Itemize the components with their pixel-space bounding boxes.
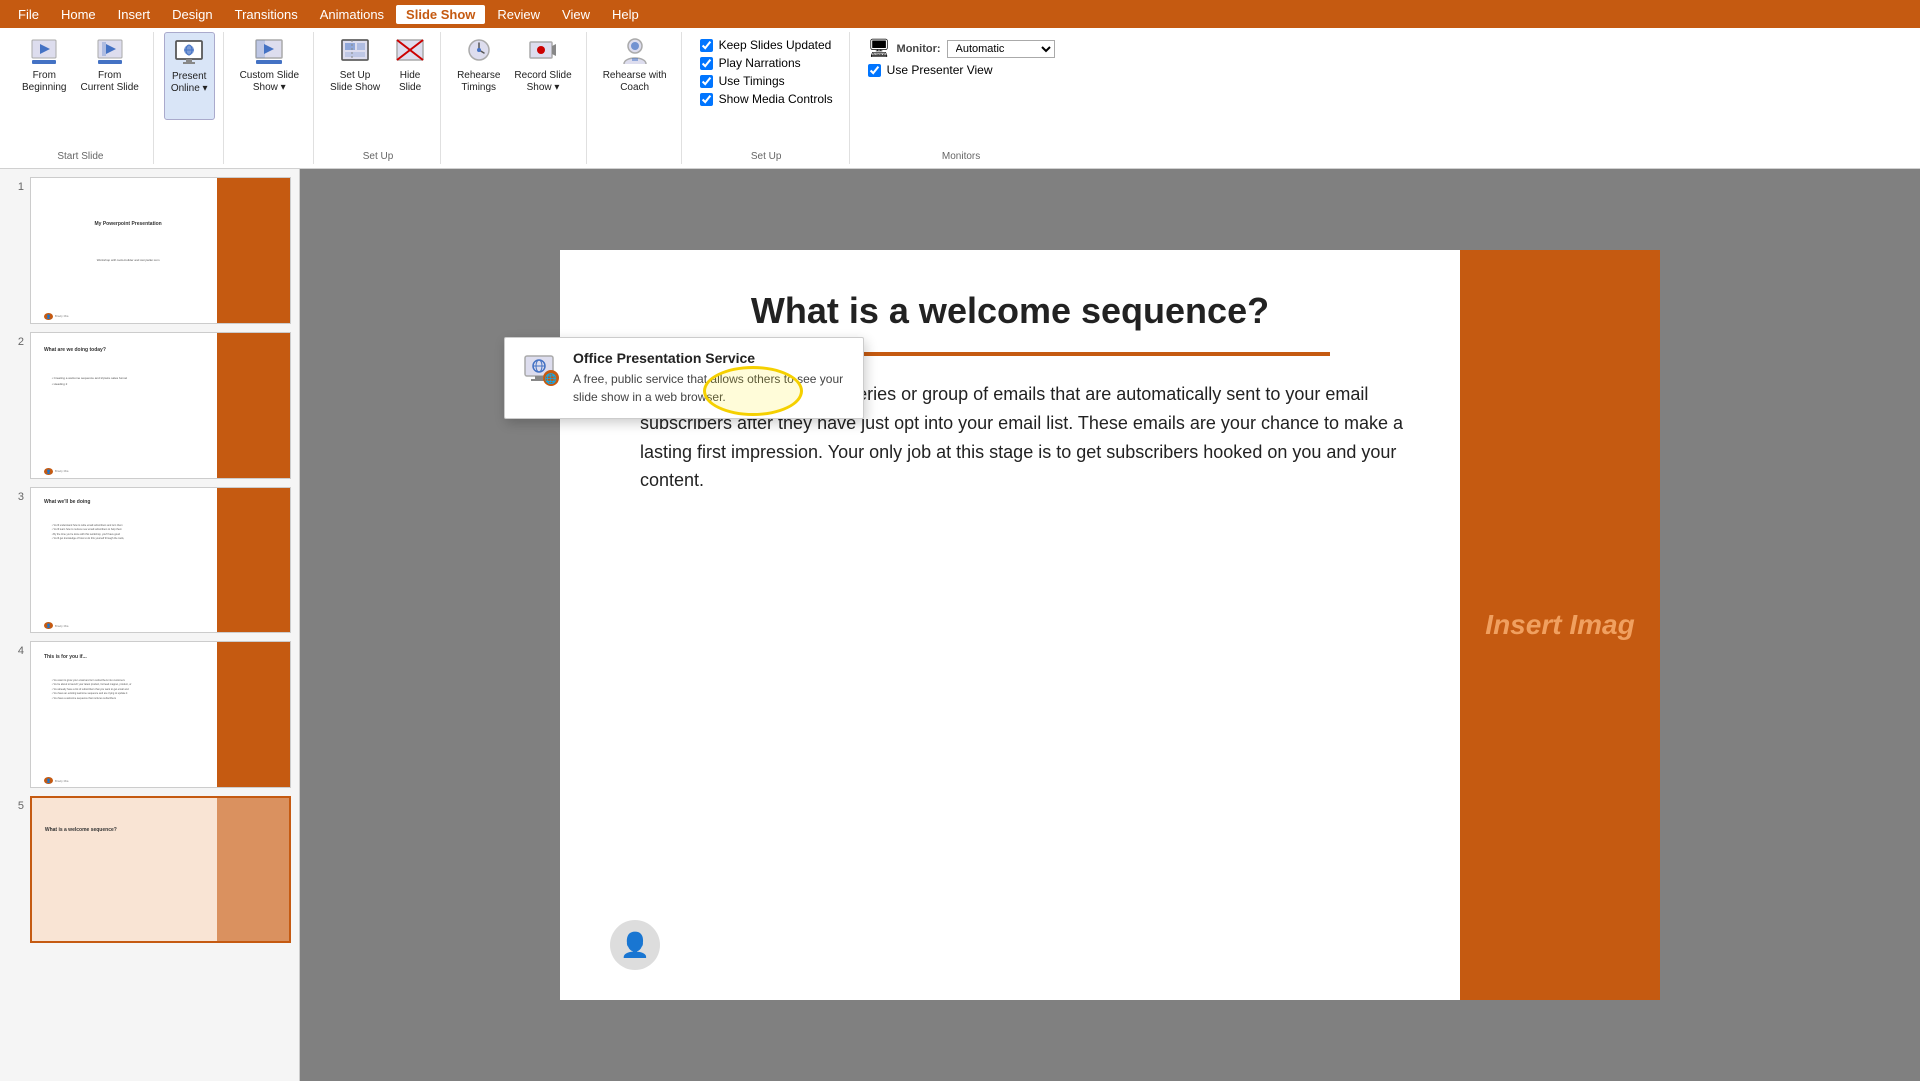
record-slide-show-button[interactable]: Record SlideShow ▾ xyxy=(508,32,577,120)
slide-num-5: 5 xyxy=(8,796,24,812)
use-presenter-view-input[interactable] xyxy=(868,64,881,77)
play-narrations-check[interactable]: Play Narrations xyxy=(700,56,833,70)
use-presenter-view-label: Use Presenter View xyxy=(887,63,993,77)
monitor-icon: 🖥 xyxy=(868,38,891,59)
ribbon-group-rehearse: RehearseTimings Record SlideShow ▾ xyxy=(443,32,587,164)
play-narrations-label: Play Narrations xyxy=(719,56,801,70)
slide-num-1: 1 xyxy=(8,177,24,193)
slide-panel: 1 My Powerpoint Presentation Workshop wi… xyxy=(0,169,1920,1081)
keep-slides-updated-check[interactable]: Keep Slides Updated xyxy=(700,38,833,52)
menu-design[interactable]: Design xyxy=(162,5,222,24)
menu-animations[interactable]: Animations xyxy=(310,5,394,24)
office-presentation-icon: 🌐 xyxy=(521,350,561,390)
custom-show-icon xyxy=(253,36,285,68)
ribbon-group-start-slide: FromBeginning FromCurrent Slide Set Up xyxy=(8,32,154,164)
slide-thumb-row-1: 1 My Powerpoint Presentation Workshop wi… xyxy=(8,177,291,324)
monitors-group-label: Monitors xyxy=(860,147,1063,164)
start-slide-group-label2: Start Slide xyxy=(16,147,145,164)
dropdown-text-area: Office Presentation Service A free, publ… xyxy=(573,350,847,406)
menu-home[interactable]: Home xyxy=(51,5,106,24)
rehearse-timings-label: RehearseTimings xyxy=(457,70,500,94)
monitor-select[interactable]: Automatic Primary Monitor xyxy=(947,40,1055,58)
ribbon-group-monitor: 🖥 Monitor: Automatic Primary Monitor Use… xyxy=(852,32,1071,164)
setup-group-label: Set Up xyxy=(324,147,432,164)
svg-text:🌐: 🌐 xyxy=(545,372,557,385)
setup-slideshow-button[interactable]: Set UpSlide Show xyxy=(324,32,386,120)
setup-icon xyxy=(339,36,371,68)
slide-num-4: 4 xyxy=(8,641,24,657)
ribbon-group-custom-show: Custom SlideShow ▾ xyxy=(226,32,314,164)
insert-image-label: Insert Imag xyxy=(1465,589,1654,661)
custom-slide-show-label: Custom SlideShow ▾ xyxy=(240,70,299,94)
main-canvas: What is a welcome sequence? A welcome se… xyxy=(300,169,1920,1081)
from-current-slide-button[interactable]: FromCurrent Slide xyxy=(74,32,144,120)
slide-thumb-row-4: 4 This is for you if... • You want to gr… xyxy=(8,641,291,788)
slide-num-2: 2 xyxy=(8,332,24,348)
menu-slideshow[interactable]: Slide Show xyxy=(396,5,485,24)
slide-right-panel: Insert Imag xyxy=(1460,250,1660,1000)
hide-slide-button[interactable]: HideSlide xyxy=(388,32,432,120)
ribbon-group-setup: Set UpSlide Show HideSlide Set Up xyxy=(316,32,441,164)
present-online-icon xyxy=(173,37,205,69)
from-current-slide-label: FromCurrent Slide xyxy=(80,70,138,94)
ribbon-group-present-online: PresentOnline ▾ xyxy=(156,32,224,164)
present-online-dropdown: 🌐 Office Presentation Service A free, pu… xyxy=(504,337,864,419)
rehearse-coach-label: Rehearse withCoach xyxy=(603,70,667,94)
menu-insert[interactable]: Insert xyxy=(108,5,161,24)
slide-thumb-3[interactable]: What we'll be doing • You'll understand … xyxy=(30,487,291,634)
show-media-controls-label: Show Media Controls xyxy=(719,92,833,106)
rehearse-coach-button[interactable]: Rehearse withCoach xyxy=(597,32,673,120)
show-media-controls-check[interactable]: Show Media Controls xyxy=(700,92,833,106)
play-narrations-input[interactable] xyxy=(700,57,713,70)
keep-slides-updated-label: Keep Slides Updated xyxy=(719,38,832,52)
use-timings-check[interactable]: Use Timings xyxy=(700,74,833,88)
menu-bar: File Home Insert Design Transitions Anim… xyxy=(0,0,1920,28)
slide-thumb-row-2: 2 What are we doing today? • Creating a … xyxy=(8,332,291,479)
slide-thumb-2[interactable]: What are we doing today? • Creating a we… xyxy=(30,332,291,479)
show-media-controls-input[interactable] xyxy=(700,93,713,106)
play-icon xyxy=(28,36,60,68)
menu-help[interactable]: Help xyxy=(602,5,649,24)
dropdown-title: Office Presentation Service xyxy=(573,350,847,366)
play-current-icon xyxy=(94,36,126,68)
slide-thumbnails: 1 My Powerpoint Presentation Workshop wi… xyxy=(0,169,300,1081)
record-slide-show-label: Record SlideShow ▾ xyxy=(514,70,571,94)
menu-file[interactable]: File xyxy=(8,5,49,24)
slide-thumb-row-5: 5 What is a welcome sequence? xyxy=(8,796,291,943)
rehearse-timings-button[interactable]: RehearseTimings xyxy=(451,32,506,120)
monitor-label: Monitor: xyxy=(897,43,941,55)
menu-transitions[interactable]: Transitions xyxy=(225,5,308,24)
present-online-button[interactable]: PresentOnline ▾ xyxy=(164,32,215,120)
coach-icon xyxy=(619,36,651,68)
slide-thumb-4[interactable]: This is for you if... • You want to grow… xyxy=(30,641,291,788)
setup-group-label2: Set Up xyxy=(692,147,841,164)
record-icon xyxy=(527,36,559,68)
menu-view[interactable]: View xyxy=(552,5,600,24)
dropdown-description: A free, public service that allows other… xyxy=(573,370,847,406)
setup-slideshow-label: Set UpSlide Show xyxy=(330,70,380,94)
from-beginning-label: FromBeginning xyxy=(22,70,66,94)
ribbon-group-coach: Rehearse withCoach xyxy=(589,32,682,164)
slide-thumb-1[interactable]: My Powerpoint Presentation Workshop with… xyxy=(30,177,291,324)
hide-slide-label: HideSlide xyxy=(399,70,421,94)
menu-review[interactable]: Review xyxy=(487,5,550,24)
use-timings-label: Use Timings xyxy=(719,74,785,88)
slide-thumb-5[interactable]: What is a welcome sequence? xyxy=(30,796,291,943)
rehearse-icon xyxy=(463,36,495,68)
slide-title: What is a welcome sequence? xyxy=(610,290,1410,332)
present-online-label: PresentOnline ▾ xyxy=(171,71,208,95)
slide-thumb-row-3: 3 What we'll be doing • You'll understan… xyxy=(8,487,291,634)
slide-num-3: 3 xyxy=(8,487,24,503)
use-presenter-view-check[interactable]: Use Presenter View xyxy=(868,63,1055,77)
use-timings-input[interactable] xyxy=(700,75,713,88)
custom-slide-show-button[interactable]: Custom SlideShow ▾ xyxy=(234,32,305,120)
keep-slides-updated-input[interactable] xyxy=(700,39,713,52)
ribbon: FromBeginning FromCurrent Slide Set Up xyxy=(0,28,1920,169)
hide-icon xyxy=(394,36,426,68)
from-beginning-button[interactable]: FromBeginning xyxy=(16,32,72,120)
ribbon-group-checkboxes: Keep Slides Updated Play Narrations Use … xyxy=(684,32,850,164)
